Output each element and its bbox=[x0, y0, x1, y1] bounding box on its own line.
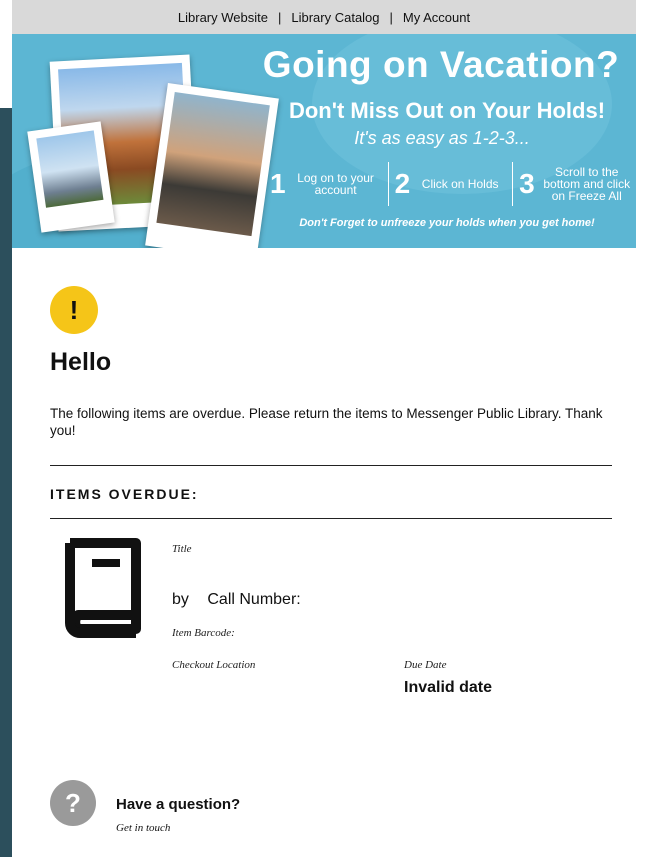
nav-separator: | bbox=[277, 9, 282, 25]
banner-note: Don't Forget to unfreeze your holds when… bbox=[299, 217, 595, 229]
alert-icon: ! bbox=[50, 286, 98, 334]
divider bbox=[50, 518, 612, 519]
step-text: Click on Holds bbox=[421, 177, 499, 191]
banner-step-3: 3 Scroll to the bottom and click on Free… bbox=[512, 162, 636, 206]
get-in-touch-link[interactable]: Get in touch bbox=[116, 822, 170, 834]
banner-steps: 1 Log on to your account 2 Click on Hold… bbox=[264, 160, 636, 208]
notice-content: ! Hello The following items are overdue.… bbox=[12, 286, 636, 725]
nav-link-library-catalog[interactable]: Library Catalog bbox=[291, 10, 379, 25]
due-date-value: Invalid date bbox=[404, 679, 493, 696]
banner-step-2: 2 Click on Holds bbox=[387, 162, 513, 206]
top-nav: Library Website | Library Catalog | My A… bbox=[12, 0, 636, 34]
beach-photo bbox=[145, 83, 279, 248]
question-icon: ? bbox=[50, 780, 96, 826]
by-label: by bbox=[172, 591, 189, 608]
banner-subtitle: Don't Miss Out on Your Holds! bbox=[288, 98, 606, 123]
nav-separator: | bbox=[389, 9, 393, 25]
overdue-message: The following items are overdue. Please … bbox=[50, 406, 603, 438]
eiffel-tower-photo bbox=[27, 121, 115, 233]
greeting-heading: Hello bbox=[50, 348, 112, 376]
step-text: Log on to your account bbox=[297, 171, 374, 197]
vacation-banner[interactable]: Going on Vacation? Don't Miss Out on You… bbox=[12, 34, 636, 248]
right-edge bbox=[635, 0, 646, 857]
nav-link-my-account[interactable]: My Account bbox=[403, 10, 470, 25]
checkout-location-label: Checkout Location bbox=[172, 659, 256, 671]
step-text: Scroll to the bottom and click on Freeze… bbox=[543, 165, 631, 203]
call-number-label: Call Number: bbox=[207, 591, 301, 608]
banner-title: Going on Vacation? bbox=[262, 44, 620, 85]
banner-tagline: It's as easy as 1-2-3... bbox=[354, 128, 530, 148]
book-icon bbox=[56, 535, 146, 646]
question-title: Have a question? bbox=[116, 796, 241, 813]
item-byline: by Call Number: bbox=[172, 591, 301, 609]
item-title-label: Title bbox=[172, 543, 192, 555]
email-container: Library Website | Library Catalog | My A… bbox=[12, 0, 636, 857]
step-number: 2 bbox=[394, 168, 411, 199]
overdue-item: Title by Call Number: Item Barcode: Chec… bbox=[50, 535, 614, 725]
step-number: 1 bbox=[270, 168, 286, 199]
items-overdue-heading: ITEMS OVERDUE: bbox=[50, 486, 199, 502]
due-date-label: Due Date bbox=[404, 659, 447, 671]
step-number: 3 bbox=[519, 168, 535, 199]
left-edge-strip bbox=[0, 108, 12, 857]
divider bbox=[50, 465, 612, 466]
question-block: ? Have a question? Get in touch bbox=[50, 780, 350, 840]
banner-step-1: 1 Log on to your account bbox=[264, 162, 388, 206]
item-barcode-label: Item Barcode: bbox=[172, 627, 235, 639]
nav-link-library-website[interactable]: Library Website bbox=[178, 10, 268, 25]
